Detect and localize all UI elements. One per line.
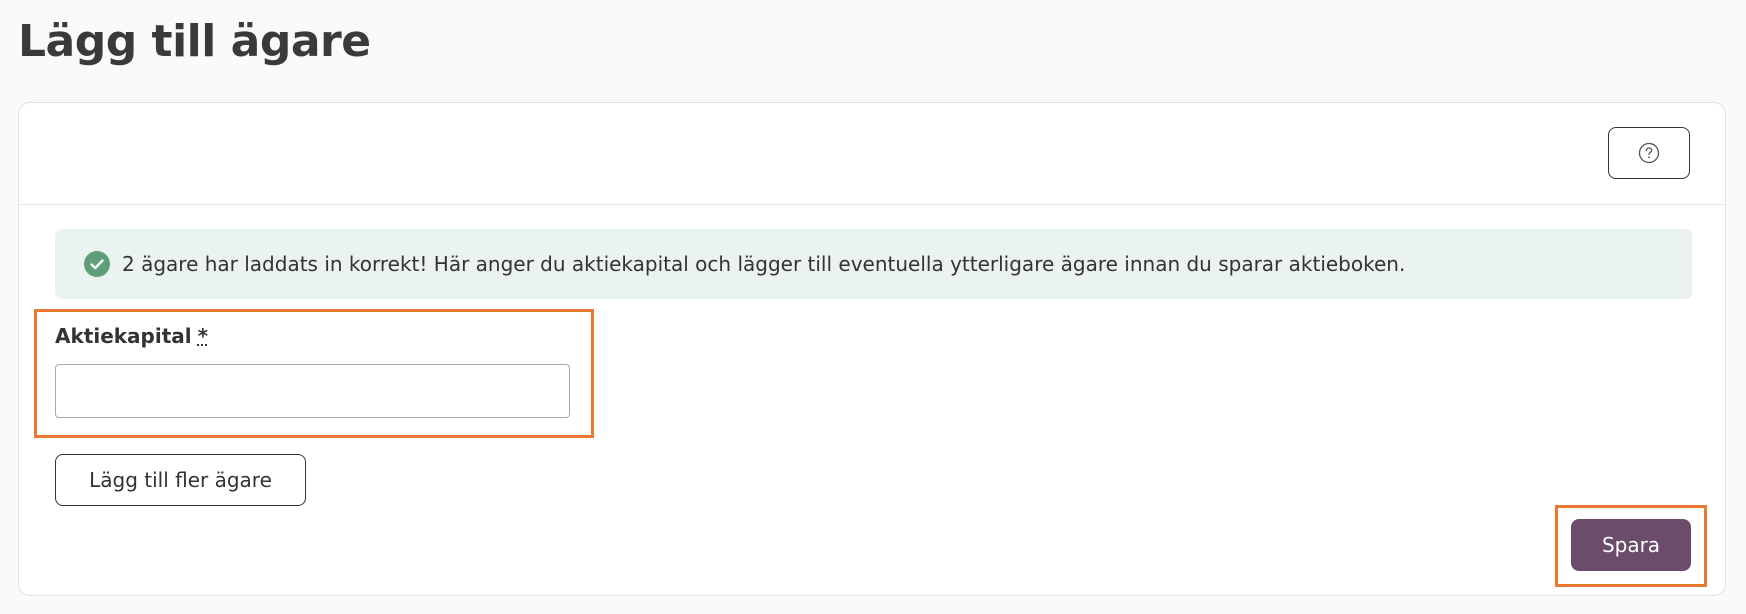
capital-label: Aktiekapital * (55, 324, 208, 348)
owner-form-card (18, 102, 1726, 596)
success-alert: 2 ägare har laddats in korrekt! Här ange… (55, 229, 1692, 299)
check-circle-icon (83, 250, 111, 278)
required-mark: * (197, 324, 209, 348)
question-circle-icon (1638, 142, 1660, 164)
capital-input[interactable] (55, 364, 570, 418)
alert-message: 2 ägare har laddats in korrekt! Här ange… (122, 252, 1406, 276)
capital-label-text: Aktiekapital (55, 324, 192, 348)
add-owner-button[interactable]: Lägg till fler ägare (55, 454, 306, 506)
help-button[interactable] (1608, 127, 1690, 179)
save-button[interactable]: Spara (1571, 519, 1691, 571)
card-header (19, 103, 1725, 205)
page-title: Lägg till ägare (18, 16, 371, 67)
